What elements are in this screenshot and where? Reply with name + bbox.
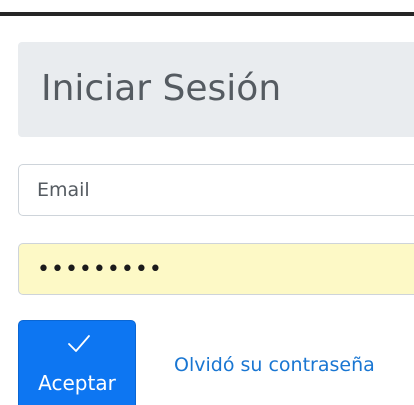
- page-title: Iniciar Sesión: [41, 68, 282, 109]
- login-title-panel: Iniciar Sesión: [18, 42, 414, 137]
- password-field[interactable]: [18, 243, 414, 295]
- check-icon: [67, 333, 91, 355]
- forgot-password-link[interactable]: Olvidó su contraseña: [174, 354, 375, 376]
- email-field[interactable]: [18, 164, 414, 216]
- top-divider: [0, 12, 414, 16]
- submit-button[interactable]: Aceptar: [18, 320, 136, 405]
- submit-button-label: Aceptar: [38, 371, 116, 395]
- login-page: Iniciar Sesión Aceptar Olvidó su contras…: [0, 0, 414, 405]
